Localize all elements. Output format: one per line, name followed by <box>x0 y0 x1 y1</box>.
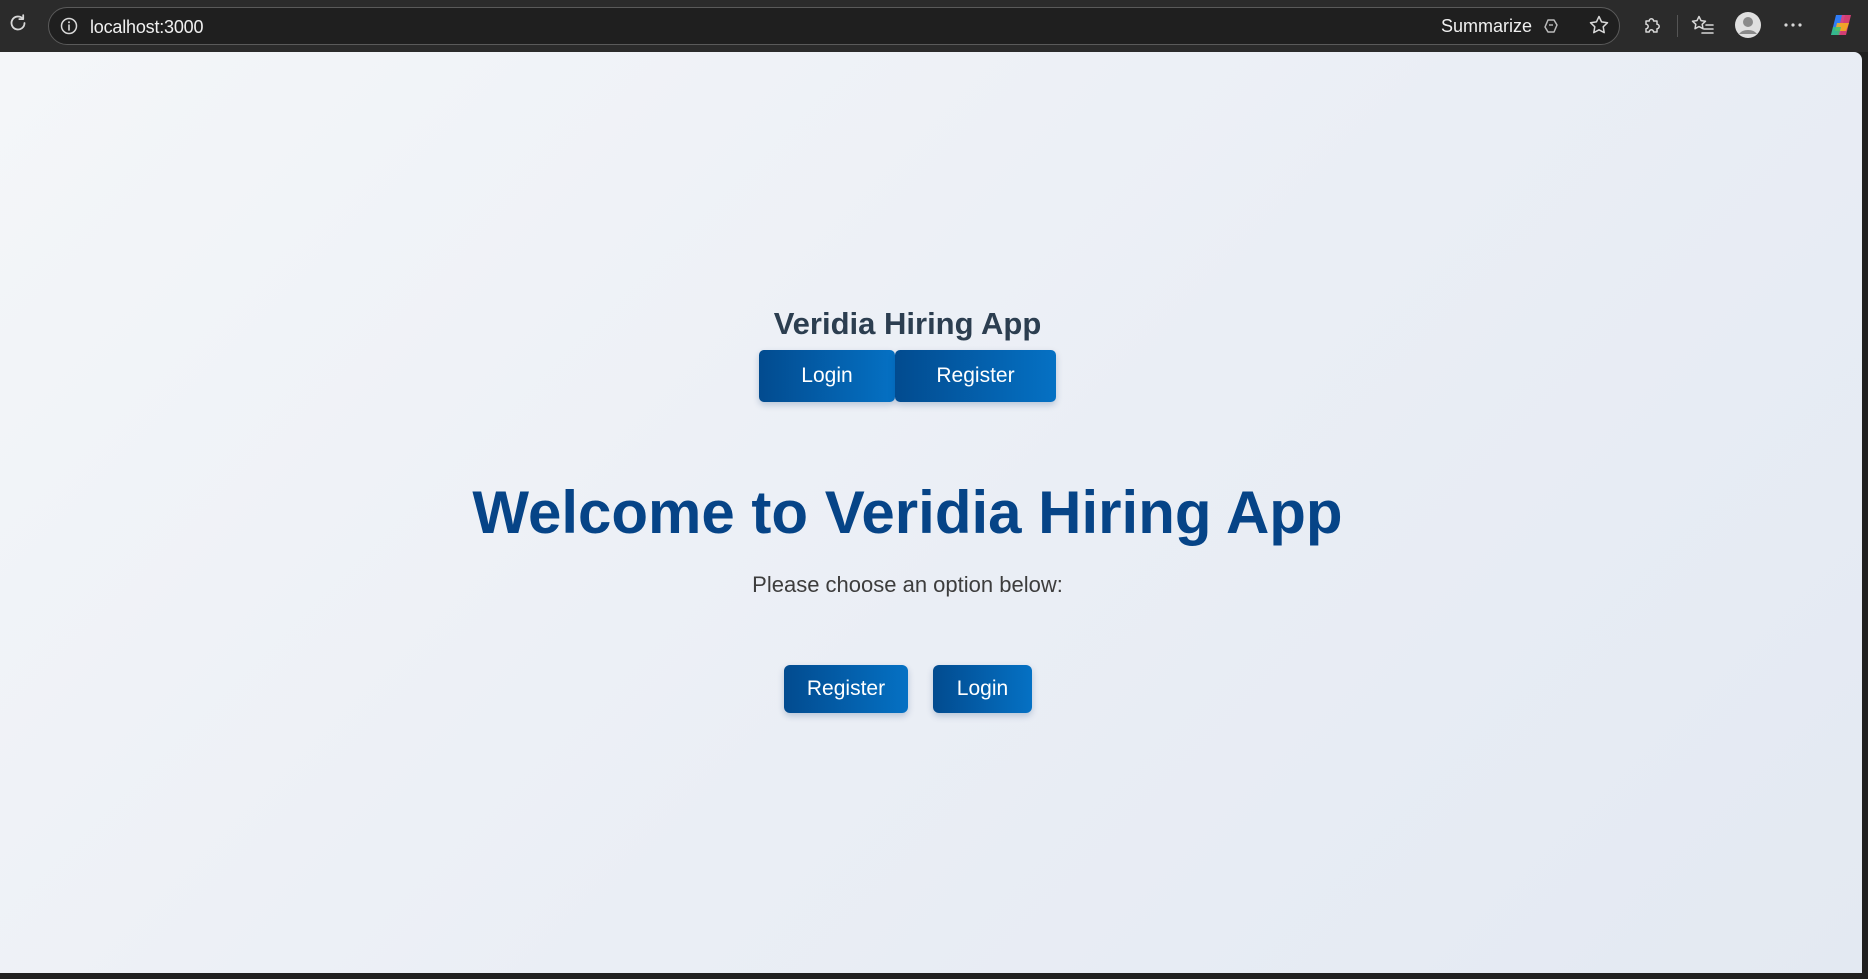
reload-button[interactable] <box>4 11 32 39</box>
welcome-heading: Welcome to Veridia Hiring App <box>472 479 1343 546</box>
subtitle: Please choose an option below: <box>752 572 1063 597</box>
summarize-label: Summarize <box>1441 16 1533 36</box>
star-icon <box>1588 14 1610 41</box>
window-bottom-edge <box>0 973 1868 979</box>
address-bar[interactable]: localhost:3000 Summarize <box>48 7 1620 45</box>
summarize-button[interactable]: Summarize <box>1441 13 1561 39</box>
copilot-summarize-icon <box>1541 16 1561 36</box>
extensions-button[interactable] <box>1637 12 1667 42</box>
settings-more-button[interactable] <box>1778 12 1808 42</box>
favorites-list-icon <box>1691 14 1715 41</box>
browser-toolbar: localhost:3000 Summarize <box>0 0 1868 52</box>
nav-login-button[interactable]: Login <box>759 350 895 402</box>
nav-register-button[interactable]: Register <box>895 350 1056 402</box>
top-nav: Login Register <box>759 350 1056 402</box>
favorites-button[interactable] <box>1688 12 1718 42</box>
login-button[interactable]: Login <box>933 665 1032 713</box>
page-content: Veridia Hiring App Login Register Welcom… <box>0 52 1862 973</box>
add-favorite-button[interactable] <box>1586 14 1612 40</box>
avatar-icon <box>1734 11 1762 44</box>
window-right-edge <box>1862 52 1868 979</box>
reload-icon <box>7 12 29 39</box>
copilot-icon <box>1827 11 1855 44</box>
profile-button[interactable] <box>1733 11 1763 44</box>
site-info-icon[interactable] <box>58 15 80 37</box>
url-text[interactable]: localhost:3000 <box>90 17 203 37</box>
copilot-button[interactable] <box>1826 12 1856 42</box>
more-dots-icon <box>1782 14 1804 41</box>
app-title: Veridia Hiring App <box>773 306 1042 341</box>
puzzle-icon <box>1641 14 1663 41</box>
action-buttons: Register Login <box>784 665 1032 713</box>
register-button[interactable]: Register <box>784 665 908 713</box>
toolbar-divider <box>1677 15 1678 37</box>
